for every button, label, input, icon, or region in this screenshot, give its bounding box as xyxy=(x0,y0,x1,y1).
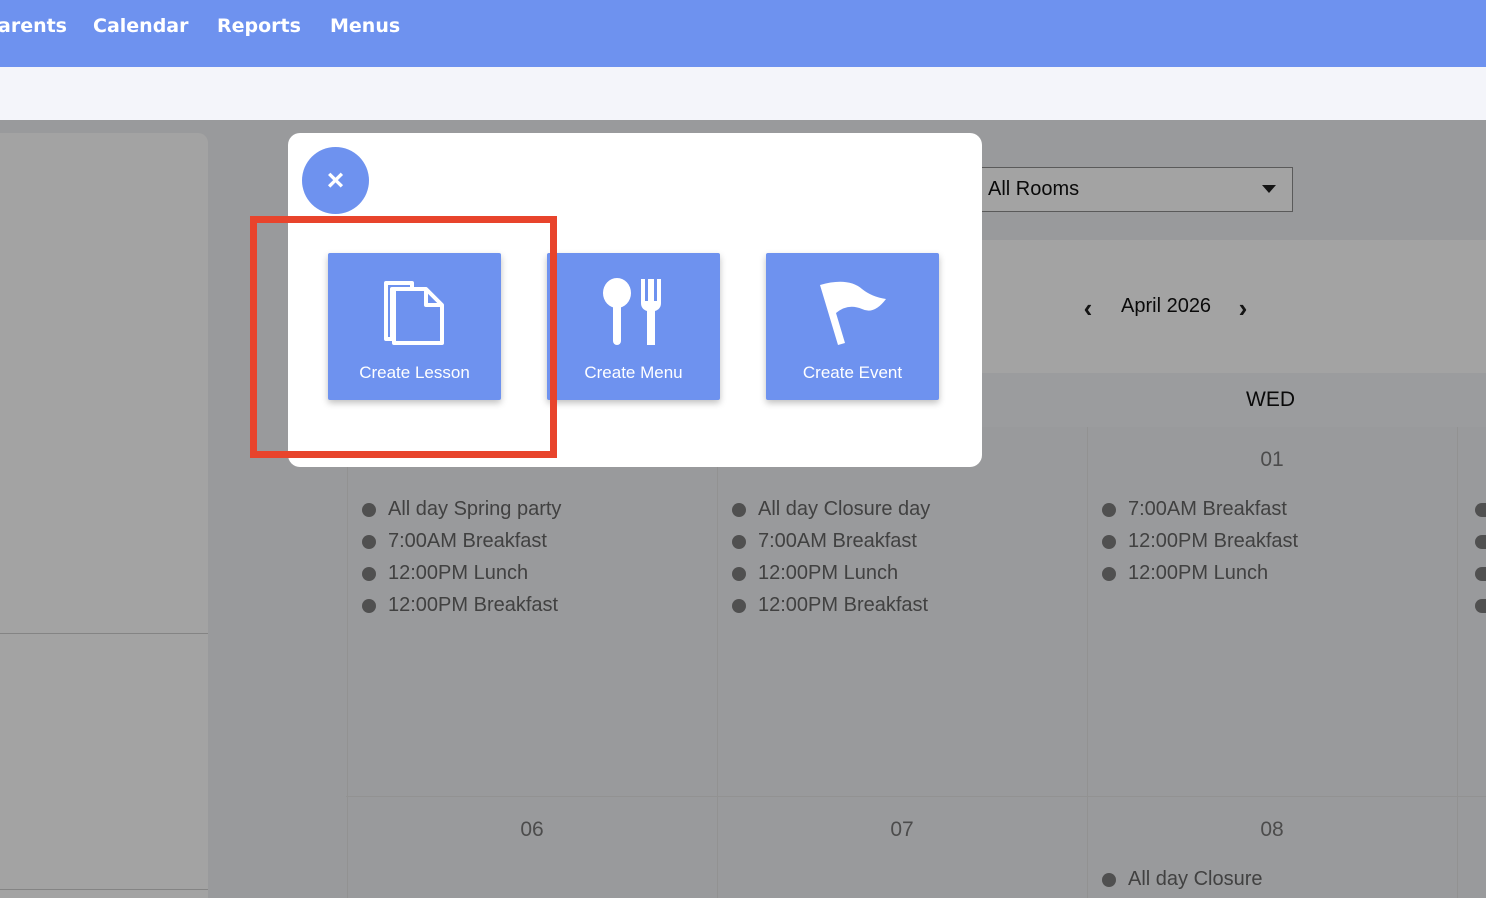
top-nav: arents Calendar Reports Menus xyxy=(0,0,1486,67)
nav-item-reports[interactable]: Reports xyxy=(217,15,301,37)
create-lesson-label: Create Lesson xyxy=(359,363,470,382)
create-menu-label: Create Menu xyxy=(584,363,683,382)
nav-item-parents[interactable]: arents xyxy=(0,15,67,37)
create-event-label: Create Event xyxy=(802,363,903,382)
nav-item-menus[interactable]: Menus xyxy=(330,15,400,37)
create-menu-button[interactable]: Create Menu xyxy=(547,253,720,400)
utensils-icon xyxy=(602,278,661,345)
close-icon: × xyxy=(326,164,345,197)
sub-bar xyxy=(0,67,1486,120)
create-event-button[interactable]: Create Event xyxy=(766,253,939,400)
create-lesson-button[interactable]: Create Lesson xyxy=(328,253,501,400)
flag-icon xyxy=(819,281,886,345)
close-button[interactable]: × xyxy=(302,147,369,214)
nav-item-calendar[interactable]: Calendar xyxy=(93,15,188,37)
documents-icon xyxy=(383,281,444,345)
